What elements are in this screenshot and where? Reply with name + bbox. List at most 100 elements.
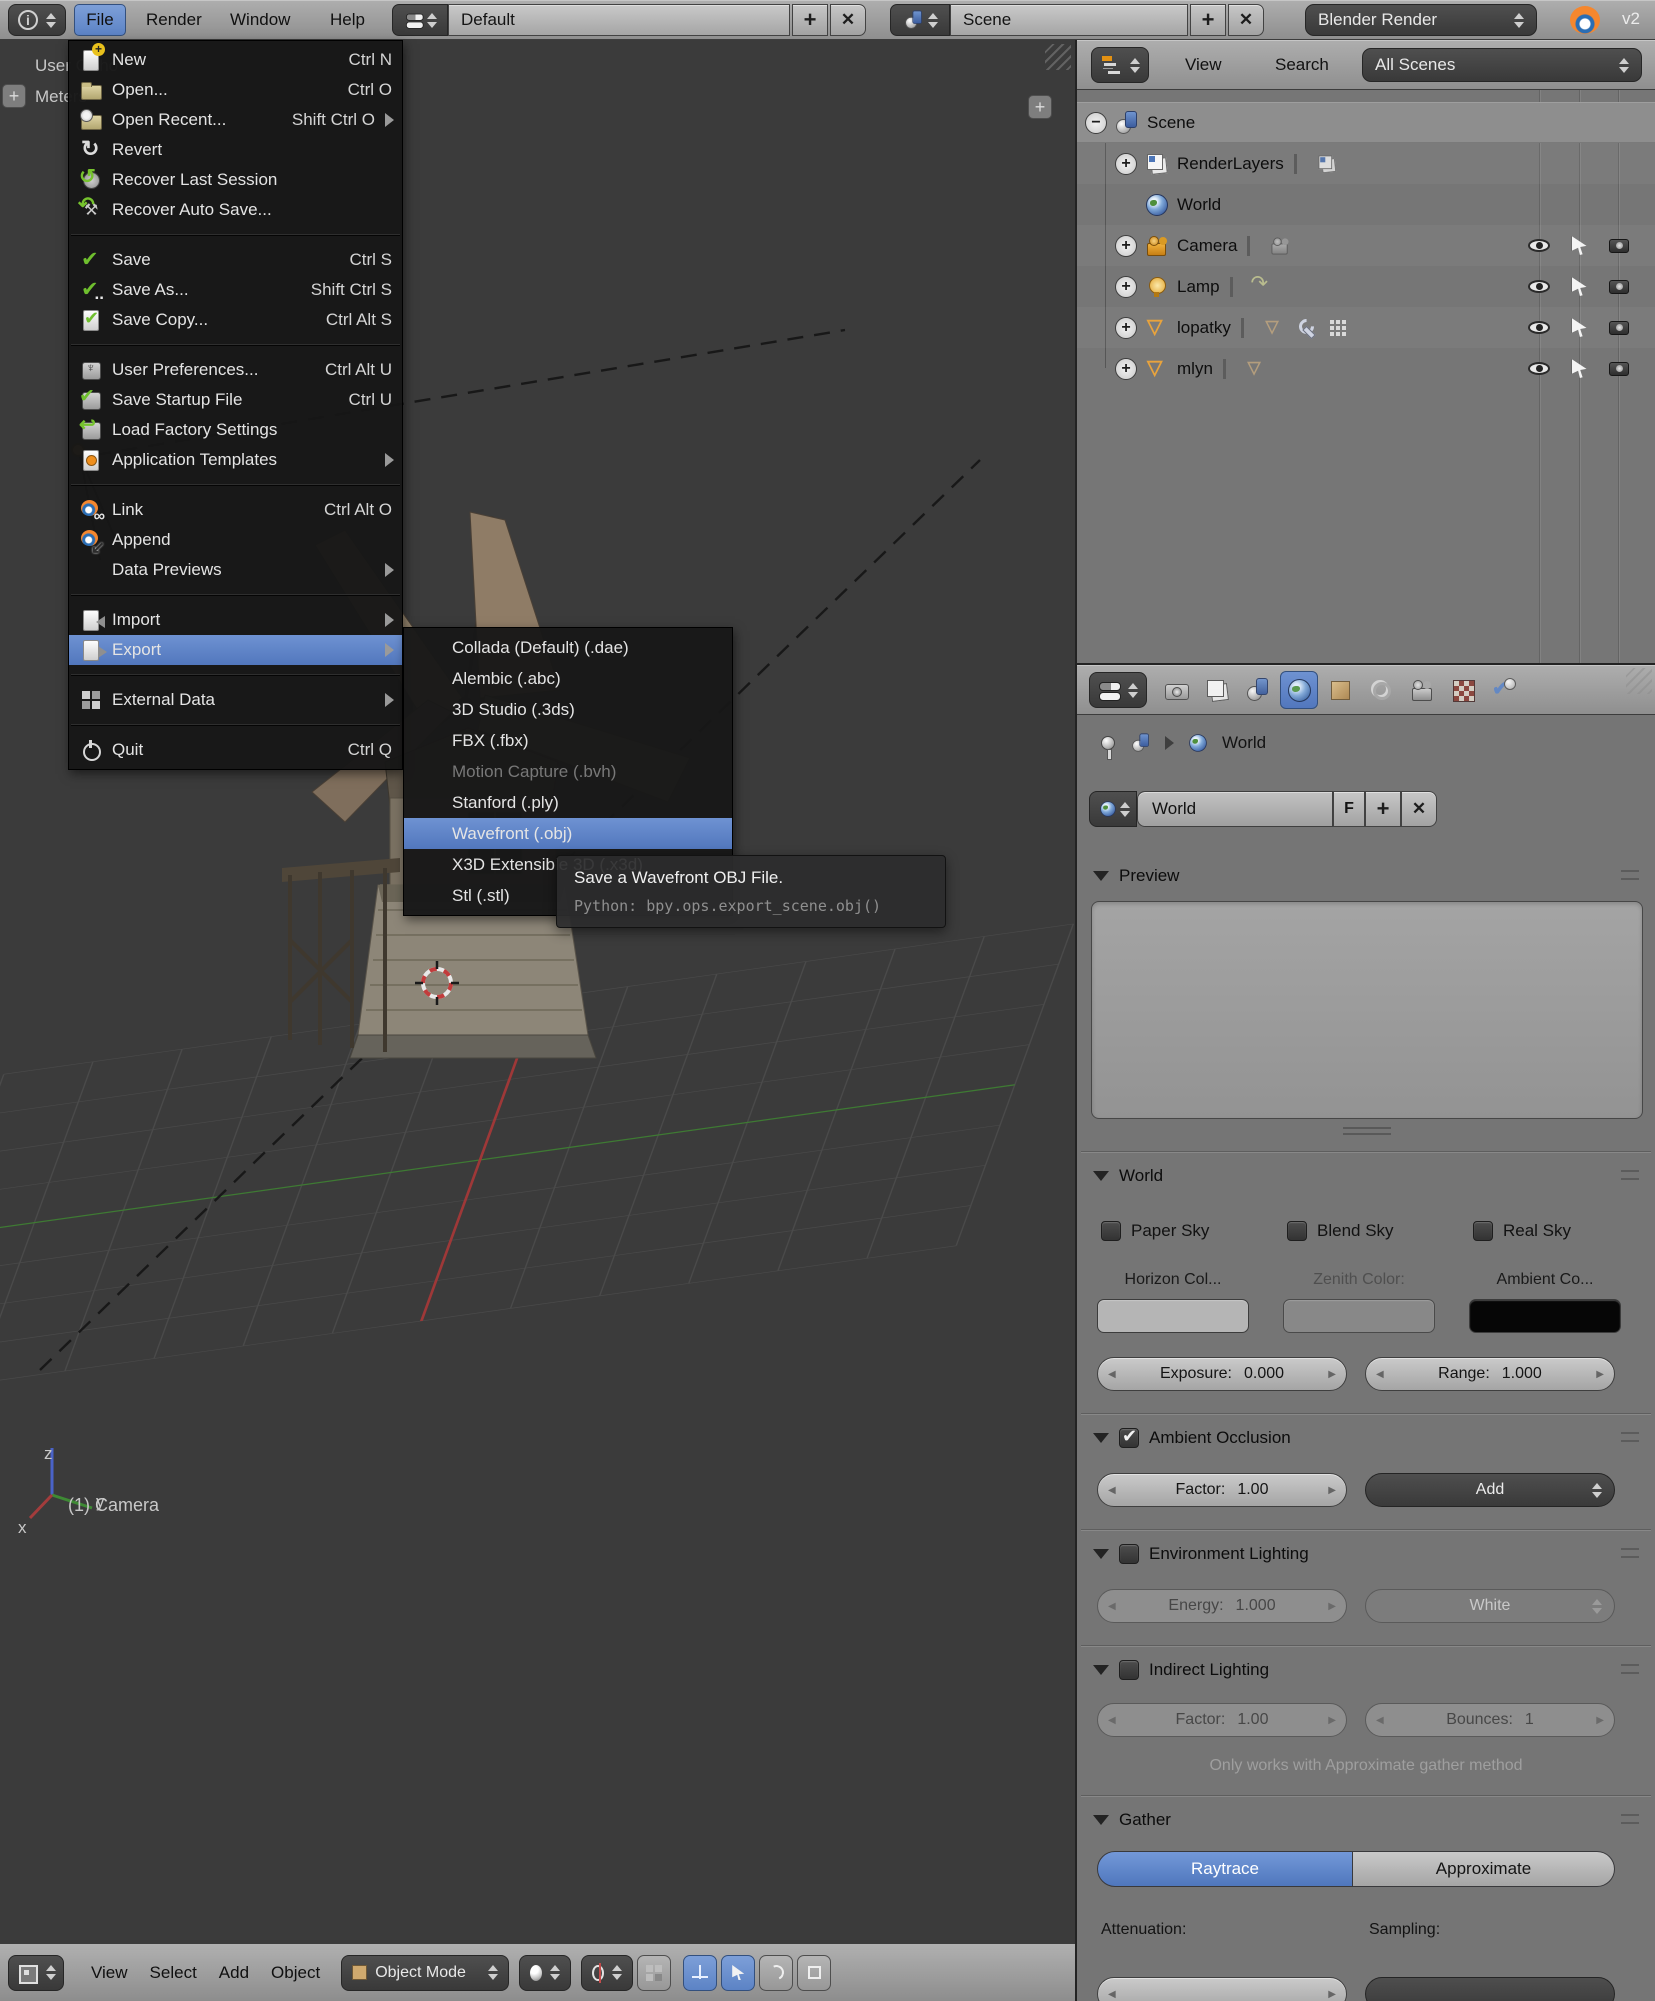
menu-item-append[interactable]: Append bbox=[69, 525, 402, 555]
menu-item-user-preferences[interactable]: User Preferences...Ctrl Alt U bbox=[69, 355, 402, 385]
tab-texture[interactable] bbox=[1444, 671, 1482, 709]
add-scene-button[interactable] bbox=[1190, 4, 1226, 36]
selectability-cursor-icon[interactable] bbox=[1572, 359, 1587, 378]
collapse-icon[interactable]: − bbox=[1085, 112, 1107, 134]
submenu-item-stanford[interactable]: Stanford (.ply) bbox=[404, 787, 732, 818]
panel-grip-icon[interactable] bbox=[1621, 1170, 1639, 1180]
render-engine-dropdown[interactable]: Blender Render bbox=[1305, 4, 1537, 36]
menu-item-new[interactable]: NewCtrl N bbox=[69, 45, 402, 75]
menu-item-open[interactable]: Open...Ctrl O bbox=[69, 75, 402, 105]
indirect-bounces-field[interactable]: Bounces: 1 bbox=[1365, 1703, 1615, 1737]
viewport-menu-object[interactable]: Object bbox=[260, 1963, 331, 1983]
tab-object[interactable] bbox=[1321, 671, 1359, 709]
layers-button[interactable] bbox=[637, 1955, 671, 1991]
pivot-point-dropdown[interactable] bbox=[581, 1955, 633, 1991]
menu-item-open-recent[interactable]: Open Recent...Shift Ctrl O bbox=[69, 105, 402, 135]
tab-render-layers[interactable] bbox=[1198, 671, 1236, 709]
outliner-row-lamp[interactable]: + Lamp bbox=[1077, 266, 1655, 307]
menu-item-save-copy[interactable]: Save Copy...Ctrl Alt S bbox=[69, 305, 402, 335]
viewport-menu-view[interactable]: View bbox=[80, 1963, 139, 1983]
delete-scene-button[interactable] bbox=[1228, 4, 1264, 36]
fake-user-button[interactable]: F bbox=[1333, 791, 1365, 827]
menu-item-load-factory-settings[interactable]: Load Factory Settings bbox=[69, 415, 402, 445]
region-expand-left-button[interactable]: + bbox=[2, 84, 26, 108]
menu-help[interactable]: Help bbox=[322, 0, 373, 40]
manipulator-scale-button[interactable] bbox=[797, 1955, 831, 1991]
corner-resize-grip[interactable] bbox=[1045, 44, 1071, 70]
tab-render[interactable] bbox=[1157, 671, 1195, 709]
indirect-lighting-checkbox[interactable] bbox=[1119, 1660, 1139, 1680]
renderability-camera-icon[interactable] bbox=[1609, 321, 1629, 335]
ambient-occlusion-checkbox[interactable] bbox=[1119, 1428, 1139, 1448]
panel-header-preview[interactable]: Preview bbox=[1077, 861, 1655, 891]
outliner-menu-search[interactable]: Search bbox=[1275, 40, 1329, 90]
mode-dropdown[interactable]: Object Mode bbox=[341, 1955, 509, 1991]
panel-header-gather[interactable]: Gather bbox=[1077, 1805, 1655, 1835]
viewport-shading-dropdown[interactable] bbox=[519, 1955, 571, 1991]
manipulator-translate-button[interactable] bbox=[683, 1955, 717, 1991]
ao-blend-mode-dropdown[interactable]: Add bbox=[1365, 1473, 1615, 1507]
selectability-cursor-icon[interactable] bbox=[1572, 236, 1587, 255]
exposure-slider[interactable]: Exposure: 0.000 bbox=[1097, 1357, 1347, 1391]
new-world-button[interactable] bbox=[1365, 791, 1401, 827]
manipulator-toggle-button[interactable] bbox=[721, 1955, 755, 1991]
outliner-row-scene[interactable]: − Scene bbox=[1077, 102, 1655, 143]
visibility-eye-icon[interactable] bbox=[1528, 362, 1550, 375]
visibility-eye-icon[interactable] bbox=[1528, 321, 1550, 334]
outliner-row-camera[interactable]: + Camera bbox=[1077, 225, 1655, 266]
unlink-world-button[interactable] bbox=[1401, 791, 1437, 827]
scene-field[interactable]: Scene bbox=[950, 4, 1188, 36]
renderability-camera-icon[interactable] bbox=[1609, 362, 1629, 376]
delete-layout-button[interactable] bbox=[830, 4, 866, 36]
expand-icon[interactable]: + bbox=[1115, 358, 1137, 380]
selectability-cursor-icon[interactable] bbox=[1572, 318, 1587, 337]
pin-icon[interactable] bbox=[1101, 736, 1115, 750]
menu-item-export[interactable]: Export bbox=[69, 635, 402, 665]
menu-item-quit[interactable]: QuitCtrl Q bbox=[69, 735, 402, 765]
expand-icon[interactable]: + bbox=[1115, 235, 1137, 257]
menu-item-recover-last-session[interactable]: Recover Last Session bbox=[69, 165, 402, 195]
tab-scene[interactable] bbox=[1239, 671, 1277, 709]
panel-grip-icon[interactable] bbox=[1621, 1814, 1639, 1824]
panel-header-indirect-lighting[interactable]: Indirect Lighting bbox=[1077, 1655, 1655, 1685]
panel-grip-icon[interactable] bbox=[1621, 870, 1639, 880]
submenu-item-fbx[interactable]: FBX (.fbx) bbox=[404, 725, 732, 756]
editor-type-outliner-button[interactable] bbox=[1091, 47, 1149, 83]
sampling-widget-clipped[interactable] bbox=[1365, 1977, 1615, 2001]
menu-render[interactable]: Render bbox=[138, 0, 210, 40]
corner-resize-grip[interactable] bbox=[1626, 668, 1652, 694]
screen-layout-icon-button[interactable] bbox=[392, 4, 448, 36]
preview-resize-grip[interactable] bbox=[1343, 1127, 1391, 1135]
env-energy-slider[interactable]: Energy: 1.000 bbox=[1097, 1589, 1347, 1623]
blend-sky-checkbox[interactable]: Blend Sky bbox=[1287, 1221, 1394, 1241]
panel-grip-icon[interactable] bbox=[1621, 1664, 1639, 1674]
add-layout-button[interactable] bbox=[792, 4, 828, 36]
menu-item-external-data[interactable]: External Data bbox=[69, 685, 402, 715]
real-sky-checkbox[interactable]: Real Sky bbox=[1473, 1221, 1571, 1241]
visibility-eye-icon[interactable] bbox=[1528, 239, 1550, 252]
menu-item-link[interactable]: LinkCtrl Alt O bbox=[69, 495, 402, 525]
panel-grip-icon[interactable] bbox=[1621, 1548, 1639, 1558]
renderability-camera-icon[interactable] bbox=[1609, 280, 1629, 294]
scene-icon-button[interactable] bbox=[890, 4, 950, 36]
menu-item-import[interactable]: Import bbox=[69, 605, 402, 635]
horizon-color-swatch[interactable] bbox=[1097, 1299, 1249, 1333]
gather-raytrace-button[interactable]: Raytrace bbox=[1097, 1851, 1353, 1887]
panel-grip-icon[interactable] bbox=[1621, 1432, 1639, 1442]
outliner-display-dropdown[interactable]: All Scenes bbox=[1362, 48, 1642, 82]
menu-item-save[interactable]: SaveCtrl S bbox=[69, 245, 402, 275]
viewport-menu-add[interactable]: Add bbox=[208, 1963, 260, 1983]
editor-type-3dview-button[interactable] bbox=[8, 1955, 64, 1991]
menu-item-save-as[interactable]: Save As...Shift Ctrl S bbox=[69, 275, 402, 305]
outliner-row-renderlayers[interactable]: + RenderLayers bbox=[1077, 143, 1655, 184]
submenu-item-3d-studio[interactable]: 3D Studio (.3ds) bbox=[404, 694, 732, 725]
outliner-row-mlyn[interactable]: + mlyn bbox=[1077, 348, 1655, 389]
menu-item-revert[interactable]: Revert bbox=[69, 135, 402, 165]
renderability-camera-icon[interactable] bbox=[1609, 239, 1629, 253]
environment-lighting-checkbox[interactable] bbox=[1119, 1544, 1139, 1564]
outliner-row-world[interactable]: World bbox=[1077, 184, 1655, 225]
viewport-menu-select[interactable]: Select bbox=[139, 1963, 208, 1983]
tab-constraints[interactable] bbox=[1362, 671, 1400, 709]
menu-window[interactable]: Window bbox=[222, 0, 298, 40]
expand-icon[interactable]: + bbox=[1115, 153, 1137, 175]
